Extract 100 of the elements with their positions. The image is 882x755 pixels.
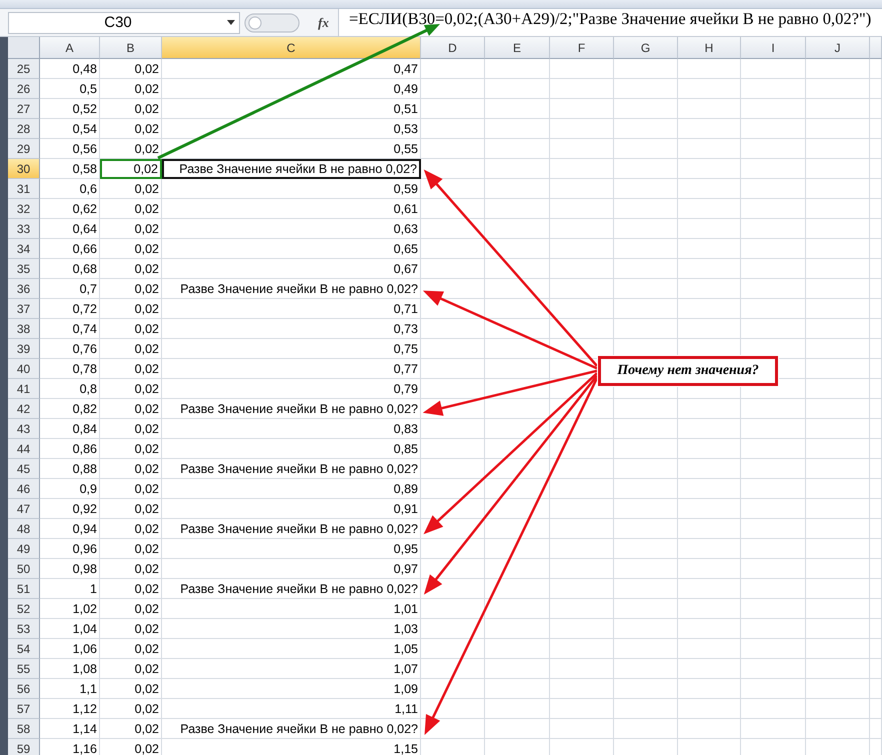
row-header[interactable]: 26 [8,79,40,99]
row-header[interactable]: 42 [8,399,40,419]
table-cell [550,719,614,739]
table-cell [614,439,678,459]
row-header[interactable]: 50 [8,559,40,579]
table-cell [870,179,882,199]
row-header[interactable]: 57 [8,699,40,719]
column-header[interactable]: A [40,37,100,59]
table-cell: 0,02 [100,239,162,259]
table-cell: 0,02 [100,699,162,719]
table-cell [870,59,882,79]
row-header[interactable]: 56 [8,679,40,699]
table-cell [550,99,614,119]
table-cell: 0,73 [162,319,421,339]
table-cell [678,719,741,739]
table-cell: Разве Значение ячейки В не равно 0,02? [162,519,421,539]
row-header[interactable]: 25 [8,59,40,79]
table-cell [678,79,741,99]
column-header[interactable]: D [421,37,485,59]
table-cell [870,359,882,379]
table-cell [870,159,882,179]
table-cell: 0,82 [40,399,100,419]
row-header[interactable]: 37 [8,299,40,319]
table-cell [550,79,614,99]
row-header[interactable]: 47 [8,499,40,519]
row-header[interactable]: 48 [8,519,40,539]
row-header[interactable]: 32 [8,199,40,219]
column-header[interactable]: H [678,37,741,59]
table-cell [806,699,870,719]
table-cell [614,159,678,179]
column-header[interactable]: C [162,37,421,59]
name-box[interactable]: C30 [8,12,240,34]
table-cell [678,599,741,619]
table-cell [485,119,550,139]
table-cell: 0,55 [162,139,421,159]
row-header[interactable]: 31 [8,179,40,199]
column-header[interactable]: J [806,37,870,59]
table-cell [614,519,678,539]
column-header[interactable]: F [550,37,614,59]
table-cell [870,119,882,139]
row-header[interactable]: 45 [8,459,40,479]
table-cell [485,699,550,719]
table-cell: 0,02 [100,339,162,359]
table-cell [741,719,806,739]
row-header[interactable]: 33 [8,219,40,239]
table-cell: 0,02 [100,99,162,119]
column-header[interactable]: E [485,37,550,59]
table-cell [614,679,678,699]
table-cell [806,419,870,439]
table-cell: 0,02 [100,319,162,339]
row-header[interactable]: 29 [8,139,40,159]
row-header[interactable]: 53 [8,619,40,639]
table-cell: 1,12 [40,699,100,719]
column-header[interactable]: I [741,37,806,59]
row-header[interactable]: 52 [8,599,40,619]
table-cell [806,499,870,519]
table-cell [550,679,614,699]
function-button[interactable]: fx [318,14,338,30]
table-cell [806,139,870,159]
row-header[interactable]: 59 [8,739,40,755]
caret-icon[interactable] [227,20,235,25]
row-header[interactable]: 35 [8,259,40,279]
column-header[interactable] [870,37,882,59]
row-header[interactable]: 36 [8,279,40,299]
splitter-handle[interactable] [244,12,300,32]
row-header[interactable]: 46 [8,479,40,499]
row-header[interactable]: 58 [8,719,40,739]
row-header[interactable]: 30 [8,159,40,179]
row-header[interactable]: 38 [8,319,40,339]
row-header[interactable]: 51 [8,579,40,599]
row-header[interactable]: 55 [8,659,40,679]
table-cell [741,579,806,599]
select-all-corner[interactable] [8,37,40,59]
formula-field[interactable]: =ЕСЛИ(B30=0,02;(A30+A29)/2;"Разве Значение ячейки В не равно 0,02?") [338,9,882,36]
table-cell [614,639,678,659]
row-header[interactable]: 43 [8,419,40,439]
table-cell [550,559,614,579]
row-header[interactable]: 40 [8,359,40,379]
table-cell [806,439,870,459]
row-header[interactable]: 44 [8,439,40,459]
row-header[interactable]: 41 [8,379,40,399]
row-header[interactable]: 39 [8,339,40,359]
table-cell [485,659,550,679]
table-cell [550,199,614,219]
table-cell [806,599,870,619]
table-cell: 0,48 [40,59,100,79]
table-cell [678,439,741,459]
table-cell: 0,84 [40,419,100,439]
column-header[interactable]: G [614,37,678,59]
row-header[interactable]: 28 [8,119,40,139]
table-cell: 0,7 [40,279,100,299]
table-cell [550,699,614,719]
table-cell [614,219,678,239]
column-header[interactable]: B [100,37,162,59]
table-cell: 0,5 [40,79,100,99]
table-cell: 0,64 [40,219,100,239]
row-header[interactable]: 34 [8,239,40,259]
row-header[interactable]: 54 [8,639,40,659]
row-header[interactable]: 27 [8,99,40,119]
row-header[interactable]: 49 [8,539,40,559]
